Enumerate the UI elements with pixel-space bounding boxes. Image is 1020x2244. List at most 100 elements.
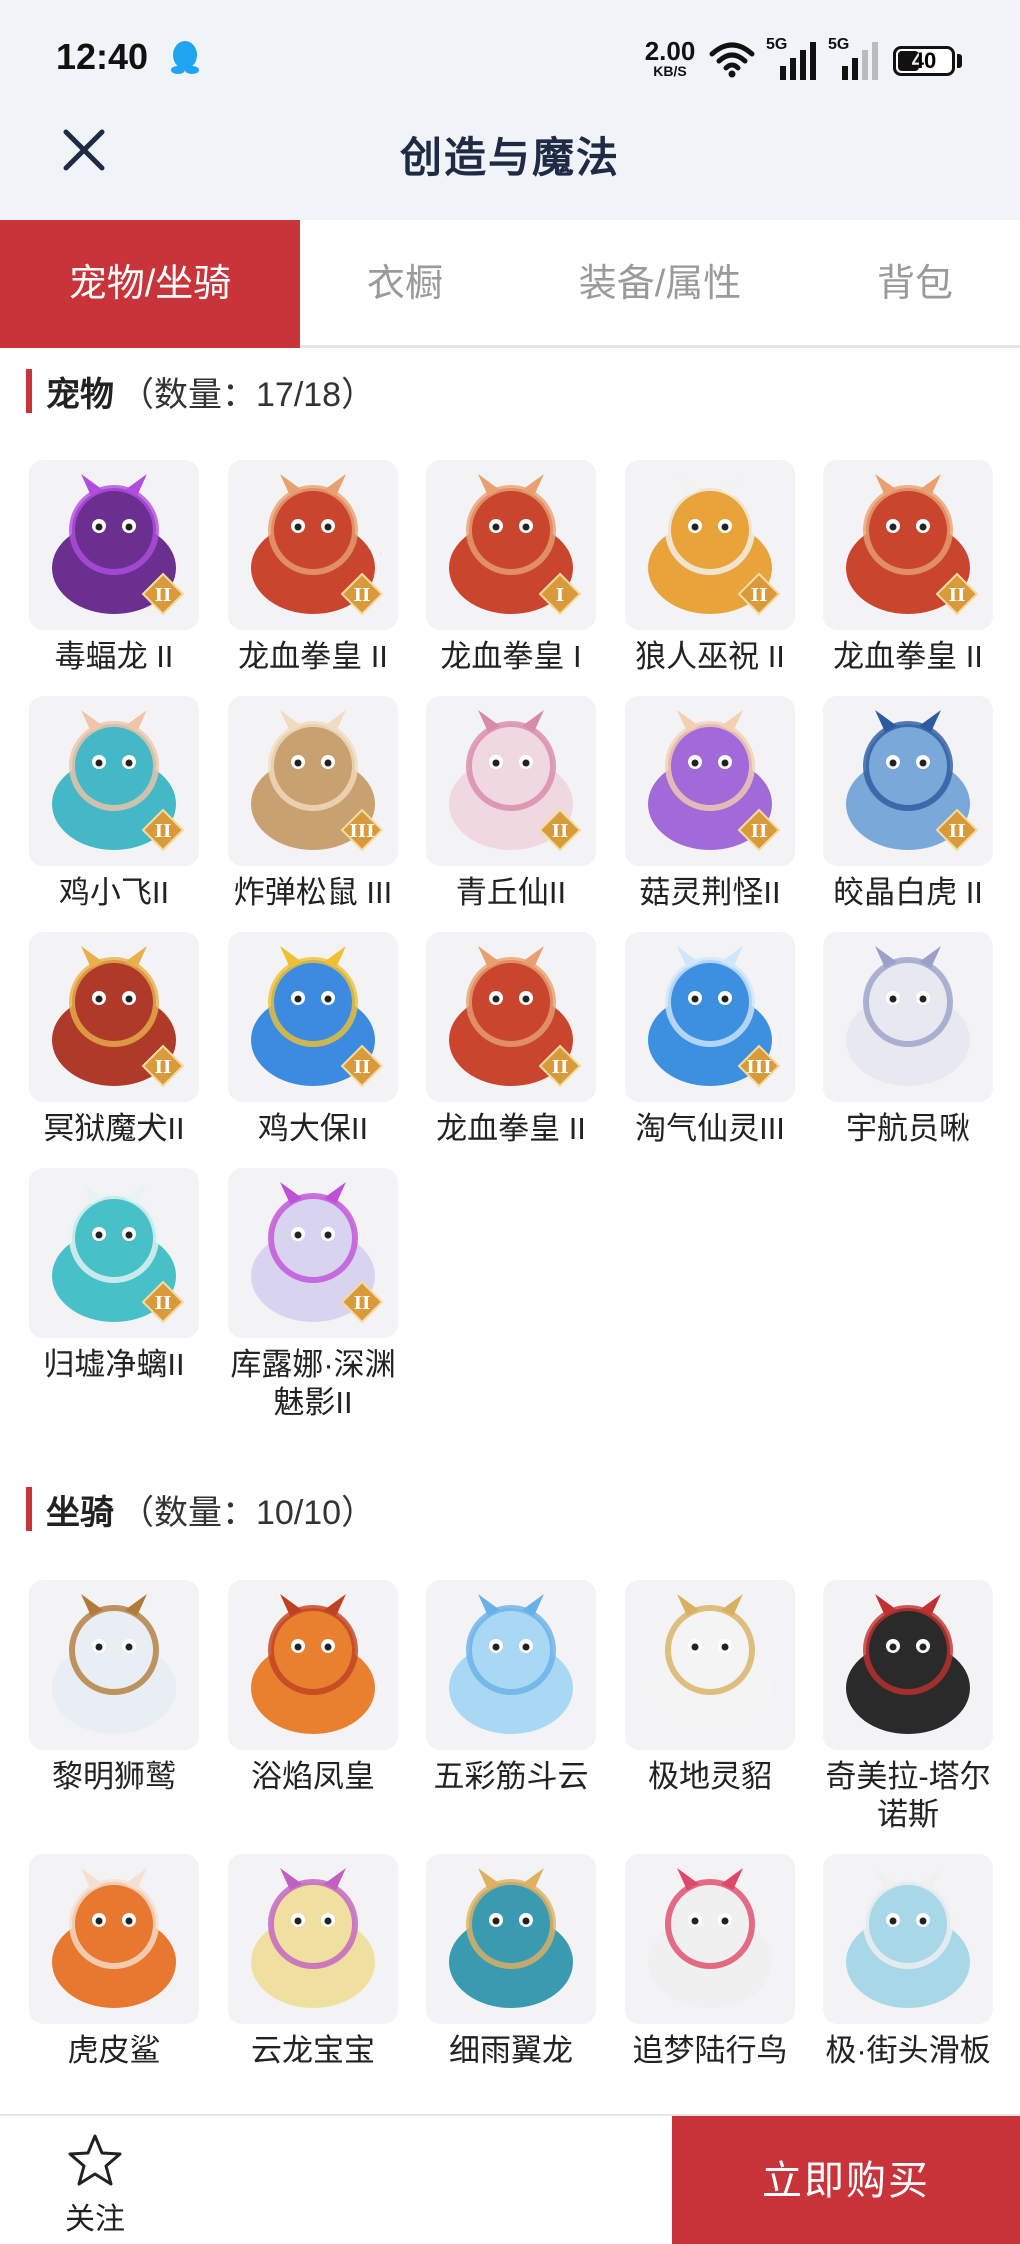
item-thumbnail[interactable]: III	[228, 696, 398, 866]
creature-art-icon	[449, 1868, 573, 2008]
item-thumbnail[interactable]	[228, 1854, 398, 2024]
tab-wardrobe[interactable]: 衣橱	[300, 220, 510, 348]
item-card[interactable]: II 鸡小飞II	[14, 696, 214, 912]
tier-badge-icon: III	[340, 808, 384, 852]
item-name: 毒蝠龙 II	[54, 639, 174, 674]
item-thumbnail[interactable]: II	[228, 932, 398, 1102]
item-card[interactable]: II 毒蝠龙 II	[14, 460, 214, 676]
item-thumbnail[interactable]	[228, 1580, 398, 1750]
star-icon	[68, 2134, 122, 2186]
item-card[interactable]: III 炸弹松鼠 III	[213, 696, 413, 912]
mounts-section-count: （数量：10/10）	[120, 1493, 376, 1532]
item-card[interactable]: I 龙血拳皇 I	[411, 460, 611, 676]
item-card[interactable]: 宇航员啾	[808, 932, 1008, 1148]
item-thumbnail[interactable]	[29, 1580, 199, 1750]
item-thumbnail[interactable]: II	[426, 932, 596, 1102]
item-card[interactable]: 极·街头滑板	[808, 1854, 1008, 2070]
svg-text:I: I	[556, 585, 564, 606]
creature-art-icon	[846, 1868, 970, 2008]
item-card[interactable]: II 龙血拳皇 II	[411, 932, 611, 1148]
item-thumbnail[interactable]	[29, 1854, 199, 2024]
creature-art-icon	[52, 1868, 176, 2008]
item-thumbnail[interactable]: I	[426, 460, 596, 630]
tier-badge-icon: II	[737, 572, 781, 616]
item-thumbnail[interactable]	[426, 1580, 596, 1750]
item-card[interactable]: II 冥狱魔犬II	[14, 932, 214, 1148]
item-thumbnail[interactable]: II	[228, 1168, 398, 1338]
section-accent-bar	[26, 369, 32, 413]
item-thumbnail[interactable]: III	[625, 932, 795, 1102]
item-name: 龙血拳皇 II	[436, 1111, 586, 1146]
net-speed-value: 2.00	[644, 36, 696, 66]
svg-text:II: II	[155, 585, 172, 606]
item-thumbnail[interactable]: II	[823, 460, 993, 630]
item-thumbnail[interactable]: II	[625, 460, 795, 630]
item-thumbnail[interactable]: II	[29, 932, 199, 1102]
item-name: 冥狱魔犬II	[43, 1111, 185, 1146]
item-thumbnail[interactable]: II	[228, 460, 398, 630]
item-name: 五彩筋斗云	[433, 1759, 589, 1794]
svg-text:II: II	[552, 1057, 569, 1078]
item-card[interactable]: II 鸡大保II	[213, 932, 413, 1148]
item-card[interactable]: II 库露娜·深渊魅影II	[213, 1168, 413, 1422]
item-name: 鸡小飞II	[58, 875, 170, 910]
tab-equipment-attributes[interactable]: 装备/属性	[510, 220, 810, 348]
item-card[interactable]: 极地灵貂	[610, 1580, 810, 1796]
tier-badge-icon: II	[935, 572, 979, 616]
svg-text:II: II	[354, 1293, 371, 1314]
item-card[interactable]: II 龙血拳皇 II	[213, 460, 413, 676]
item-thumbnail[interactable]: II	[29, 696, 199, 866]
item-card[interactable]: II 龙血拳皇 II	[808, 460, 1008, 676]
follow-button[interactable]: 关注	[40, 2132, 150, 2242]
item-card[interactable]: II 狼人巫祝 II	[610, 460, 810, 676]
tab-backpack[interactable]: 背包	[810, 220, 1020, 348]
svg-text:II: II	[751, 821, 768, 842]
item-thumbnail[interactable]	[823, 932, 993, 1102]
item-card[interactable]: 追梦陆行鸟	[610, 1854, 810, 2070]
tier-badge-icon: II	[141, 1280, 185, 1324]
tab-pets-mounts[interactable]: 宠物/坐骑	[0, 220, 300, 348]
svg-text:II: II	[949, 821, 966, 842]
item-thumbnail[interactable]: II	[29, 460, 199, 630]
item-card[interactable]: 五彩筋斗云	[411, 1580, 611, 1796]
battery-cap	[957, 54, 962, 68]
item-thumbnail[interactable]	[823, 1854, 993, 2024]
item-name: 龙血拳皇 I	[440, 639, 582, 674]
item-card[interactable]: 虎皮鲨	[14, 1854, 214, 2070]
section-accent-bar	[26, 1487, 32, 1531]
item-thumbnail[interactable]: II	[29, 1168, 199, 1338]
item-card[interactable]: III 淘气仙灵III	[610, 932, 810, 1148]
item-name: 龙血拳皇 II	[833, 639, 983, 674]
item-card[interactable]: II 归墟净螭II	[14, 1168, 214, 1384]
creature-art-icon	[251, 1868, 375, 2008]
item-name: 皎晶白虎 II	[833, 875, 983, 910]
item-card[interactable]: 细雨翼龙	[411, 1854, 611, 2070]
item-name: 菇灵荆怪II	[639, 875, 781, 910]
tier-badge-icon: II	[935, 808, 979, 852]
item-card[interactable]: II 青丘仙II	[411, 696, 611, 912]
wifi-icon	[709, 42, 755, 78]
svg-text:II: II	[354, 1057, 371, 1078]
item-thumbnail[interactable]: II	[625, 696, 795, 866]
pets-section-count: （数量：17/18）	[120, 375, 376, 414]
cell-signal-2-icon: 5G	[828, 36, 884, 80]
creature-art-icon	[846, 1594, 970, 1734]
item-thumbnail[interactable]	[625, 1854, 795, 2024]
tier-badge-icon: II	[141, 1044, 185, 1088]
item-card[interactable]: II 皎晶白虎 II	[808, 696, 1008, 912]
item-thumbnail[interactable]	[625, 1580, 795, 1750]
item-thumbnail[interactable]	[426, 1854, 596, 2024]
item-card[interactable]: 黎明狮鹫	[14, 1580, 214, 1796]
item-card[interactable]: 奇美拉-塔尔诺斯	[808, 1580, 1008, 1834]
tier-badge-icon: II	[340, 1280, 384, 1324]
svg-text:III: III	[746, 1057, 771, 1078]
item-thumbnail[interactable]: II	[823, 696, 993, 866]
item-card[interactable]: 云龙宝宝	[213, 1854, 413, 2070]
item-thumbnail[interactable]: II	[426, 696, 596, 866]
item-name: 奇美拉-塔尔诺斯	[825, 1759, 991, 1832]
buy-now-button[interactable]: 立即购买	[672, 2116, 1020, 2244]
item-thumbnail[interactable]	[823, 1580, 993, 1750]
item-card[interactable]: 浴焰凤皇	[213, 1580, 413, 1796]
creature-art-icon	[251, 1594, 375, 1734]
item-card[interactable]: II 菇灵荆怪II	[610, 696, 810, 912]
